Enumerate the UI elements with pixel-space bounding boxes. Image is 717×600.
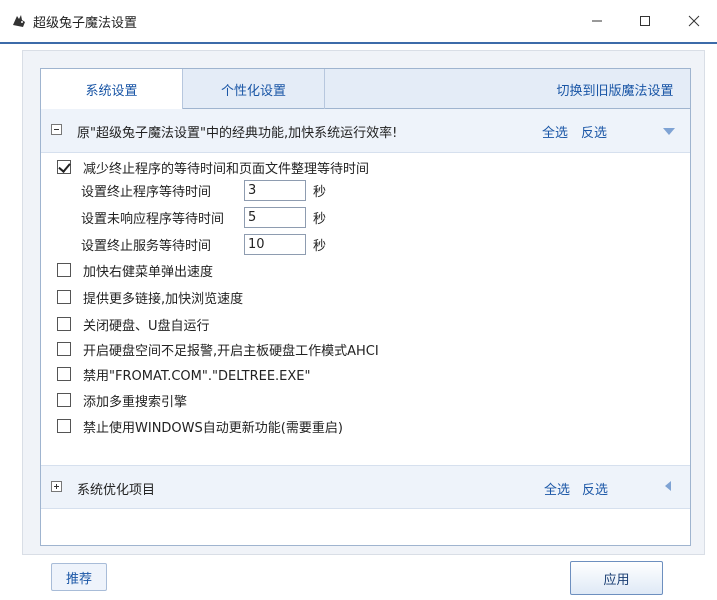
tab-bar: 系统设置 个性化设置 切换到旧版魔法设置: [41, 69, 690, 110]
unit-label: 秒: [313, 211, 327, 227]
tab-label: 切换到旧版魔法设置: [556, 83, 674, 99]
option-label: 禁止使用WINDOWS自动更新功能(需要重启): [83, 420, 343, 436]
option-context-menu-speed[interactable]: 加快右健菜单弹出速度: [57, 260, 213, 280]
close-button[interactable]: [671, 0, 717, 42]
checkbox[interactable]: [57, 160, 71, 174]
recommend-button[interactable]: 推荐: [51, 563, 107, 591]
empty-area: [41, 509, 690, 545]
collapse-toggle-icon[interactable]: [51, 124, 62, 135]
invert-selection-link[interactable]: 反选: [582, 479, 608, 498]
option-label: 减少终止程序的等待时间和页面文件整理等待时间: [83, 161, 370, 177]
option-disable-autorun[interactable]: 关闭硬盘、U盘自运行: [57, 314, 210, 334]
close-icon: [688, 15, 700, 27]
option-multi-search[interactable]: 添加多重搜索引擎: [57, 390, 187, 410]
collapsed-arrow-icon[interactable]: [665, 481, 671, 491]
checkbox[interactable]: [57, 393, 71, 407]
minimize-icon: [592, 20, 602, 22]
service-wait-input[interactable]: [244, 233, 306, 255]
rabbit-logo-icon: [13, 15, 25, 27]
option-label: 禁用"FROMAT.COM"."DELTREE.EXE": [83, 368, 311, 384]
option-label: 加快右健菜单弹出速度: [83, 264, 214, 280]
setting-label: 设置未响应程序等待时间: [81, 211, 225, 227]
timeout-setting-terminate: 设置终止程序等待时间 秒: [81, 179, 326, 201]
unit-label: 秒: [313, 238, 327, 254]
title-separator: [0, 42, 717, 44]
title-bar: 超级兔子魔法设置: [0, 0, 717, 42]
setting-label: 设置终止服务等待时间: [81, 238, 212, 254]
minimize-button[interactable]: [574, 0, 620, 42]
checkbox[interactable]: [57, 263, 71, 277]
unit-label: 秒: [313, 184, 327, 200]
checkbox[interactable]: [57, 342, 71, 356]
select-all-link[interactable]: 全选: [544, 479, 570, 498]
tab-label: 个性化设置: [220, 83, 286, 99]
option-more-links[interactable]: 提供更多链接,加快浏览速度: [57, 287, 243, 307]
option-disk-alert-ahci[interactable]: 开启硬盘空间不足报警,开启主板硬盘工作模式AHCI: [57, 339, 379, 359]
tab-label: 系统设置: [85, 84, 138, 99]
settings-box: 系统设置 个性化设置 切换到旧版魔法设置 原"超级兔子魔法设置"中的经典功能,加…: [40, 68, 691, 546]
option-disable-windows-update[interactable]: 禁止使用WINDOWS自动更新功能(需要重启): [57, 416, 343, 436]
option-disable-format-deltree[interactable]: 禁用"FROMAT.COM"."DELTREE.EXE": [57, 364, 311, 384]
hung-app-wait-input[interactable]: [244, 206, 306, 228]
checkbox[interactable]: [57, 317, 71, 331]
option-label: 提供更多链接,加快浏览速度: [83, 291, 244, 307]
tab-system-settings[interactable]: 系统设置: [41, 69, 183, 110]
tab-switch-old-version[interactable]: 切换到旧版魔法设置: [325, 69, 690, 109]
invert-selection-link[interactable]: 反选: [581, 122, 607, 141]
maximize-icon: [640, 16, 650, 26]
option-label: 添加多重搜索引擎: [83, 394, 188, 410]
group-header-optimization: 系统优化项目 全选 反选: [41, 465, 690, 509]
group-title: 系统优化项目: [77, 483, 156, 498]
window-title: 超级兔子魔法设置: [33, 16, 138, 31]
select-all-link[interactable]: 全选: [542, 122, 568, 141]
expanded-arrow-icon[interactable]: [663, 128, 675, 135]
group-header-classic: 原"超级兔子魔法设置"中的经典功能,加快系统运行效率! 全选 反选: [41, 109, 690, 153]
maximize-button[interactable]: [622, 0, 668, 42]
setting-label: 设置终止程序等待时间: [81, 184, 212, 200]
checkbox[interactable]: [57, 367, 71, 381]
checkbox[interactable]: [57, 290, 71, 304]
group-title: 原"超级兔子魔法设置"中的经典功能,加快系统运行效率!: [77, 126, 398, 141]
expand-toggle-icon[interactable]: [51, 481, 62, 492]
checkbox[interactable]: [57, 419, 71, 433]
timeout-setting-hung: 设置未响应程序等待时间 秒: [81, 206, 326, 228]
timeout-setting-service: 设置终止服务等待时间 秒: [81, 233, 326, 255]
option-label: 关闭硬盘、U盘自运行: [83, 318, 210, 334]
option-reduce-wait-time[interactable]: 减少终止程序的等待时间和页面文件整理等待时间: [57, 157, 369, 177]
tab-personalization[interactable]: 个性化设置: [183, 69, 325, 109]
apply-button[interactable]: 应用: [570, 561, 663, 595]
option-label: 开启硬盘空间不足报警,开启主板硬盘工作模式AHCI: [83, 343, 379, 359]
terminate-wait-input[interactable]: [244, 179, 306, 201]
